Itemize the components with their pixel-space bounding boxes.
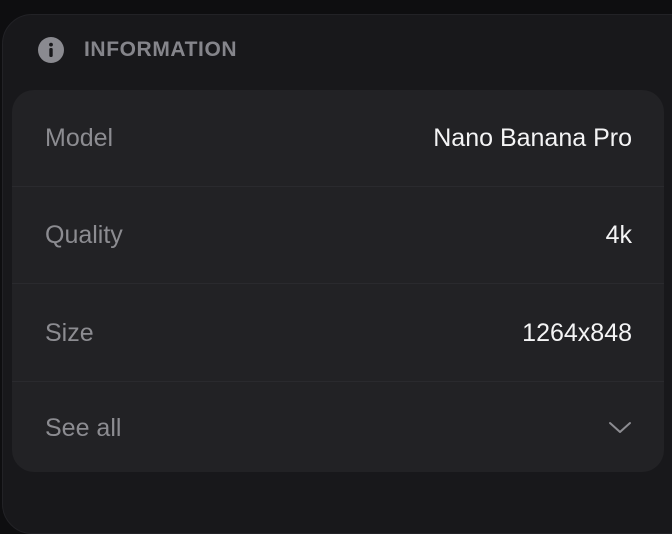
row-value: 1264x848 <box>522 318 632 347</box>
row-label: Quality <box>45 220 123 249</box>
row-value: Nano Banana Pro <box>433 123 632 152</box>
info-icon <box>38 37 64 63</box>
see-all-label: See all <box>45 413 122 442</box>
row-label: Size <box>45 318 94 347</box>
info-card: Model Nano Banana Pro Quality 4k Size 12… <box>12 90 664 472</box>
row-label: Model <box>45 123 114 152</box>
info-row-size: Size 1264x848 <box>12 285 664 382</box>
chevron-down-icon <box>608 421 632 435</box>
row-value: 4k <box>605 220 632 249</box>
info-row-quality: Quality 4k <box>12 187 664 284</box>
see-all-toggle[interactable]: See all <box>12 383 664 472</box>
section-header: INFORMATION <box>38 36 237 64</box>
info-row-model: Model Nano Banana Pro <box>12 90 664 187</box>
section-title: INFORMATION <box>84 38 238 61</box>
